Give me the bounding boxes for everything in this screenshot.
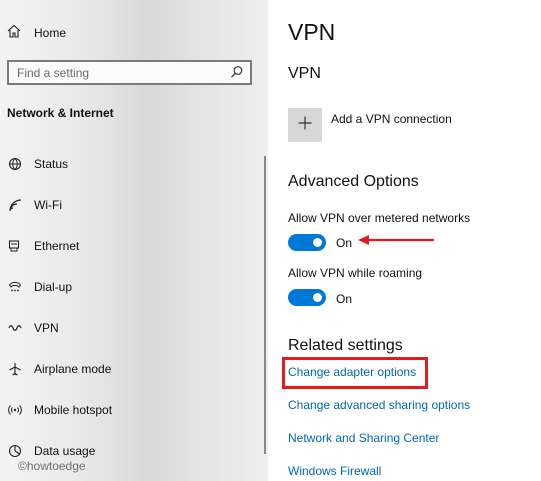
settings-sidebar: Home Network & Internet Status Wi-Fi Eth… (0, 0, 268, 481)
sidebar-item-ethernet[interactable]: Ethernet (7, 238, 79, 254)
sidebar-item-label: Wi-Fi (34, 198, 62, 212)
metered-option-label: Allow VPN over metered networks (288, 211, 471, 225)
sidebar-item-label: VPN (34, 321, 59, 335)
watermark: ©howtoedge (18, 459, 86, 473)
sidebar-item-data-usage[interactable]: Data usage (7, 443, 95, 459)
home-label: Home (34, 25, 67, 40)
hotspot-icon (7, 402, 23, 418)
roaming-toggle-state: On (336, 292, 353, 306)
sidebar-scrollbar[interactable] (264, 156, 266, 454)
vpn-icon (7, 320, 23, 336)
ethernet-icon (7, 238, 23, 254)
change-advanced-sharing-link[interactable]: Change advanced sharing options (288, 398, 470, 412)
sidebar-item-label: Status (34, 157, 69, 171)
sidebar-item-vpn[interactable]: VPN (7, 320, 59, 336)
related-settings-title: Related settings (288, 337, 403, 354)
sidebar-item-label: Ethernet (34, 239, 80, 253)
sidebar-item-label: Airplane mode (34, 362, 112, 376)
sidebar-item-label: Dial-up (34, 280, 73, 294)
change-adapter-options-link[interactable]: Change adapter options (288, 365, 416, 379)
roaming-option-label: Allow VPN while roaming (288, 266, 423, 280)
windows-firewall-link[interactable]: Windows Firewall (288, 464, 381, 478)
advanced-options-title: Advanced Options (288, 173, 419, 190)
sidebar-section-title: Network & Internet (7, 106, 114, 120)
metered-toggle-state: On (336, 236, 353, 250)
metered-toggle[interactable] (288, 234, 326, 251)
data-usage-icon (7, 443, 23, 459)
wifi-icon (7, 197, 23, 213)
sidebar-item-status[interactable]: Status (7, 156, 68, 172)
search-box[interactable] (7, 60, 252, 85)
page-title: VPN (288, 19, 336, 45)
status-icon (7, 156, 23, 172)
sidebar-item-label: Mobile hotspot (34, 403, 113, 417)
toggle-knob (313, 238, 322, 247)
airplane-icon (7, 361, 23, 377)
sidebar-item-label: Data usage (34, 444, 96, 458)
toggle-knob (313, 293, 322, 302)
sidebar-item-dialup[interactable]: Dial-up (7, 279, 72, 295)
add-vpn-label[interactable]: Add a VPN connection (331, 112, 452, 126)
search-input[interactable] (17, 65, 217, 80)
add-vpn-button[interactable] (288, 108, 322, 142)
home-icon (7, 24, 21, 41)
search-icon[interactable] (230, 65, 244, 82)
sidebar-item-mobile-hotspot[interactable]: Mobile hotspot (7, 402, 112, 418)
roaming-toggle[interactable] (288, 289, 326, 306)
plus-icon (297, 115, 313, 136)
vpn-section-title: VPN (288, 65, 321, 82)
sidebar-home[interactable]: Home (7, 24, 66, 41)
network-sharing-center-link[interactable]: Network and Sharing Center (288, 431, 439, 445)
dialup-icon (7, 279, 23, 295)
annotation-arrow (358, 235, 434, 245)
sidebar-item-wifi[interactable]: Wi-Fi (7, 197, 62, 213)
sidebar-item-airplane[interactable]: Airplane mode (7, 361, 111, 377)
